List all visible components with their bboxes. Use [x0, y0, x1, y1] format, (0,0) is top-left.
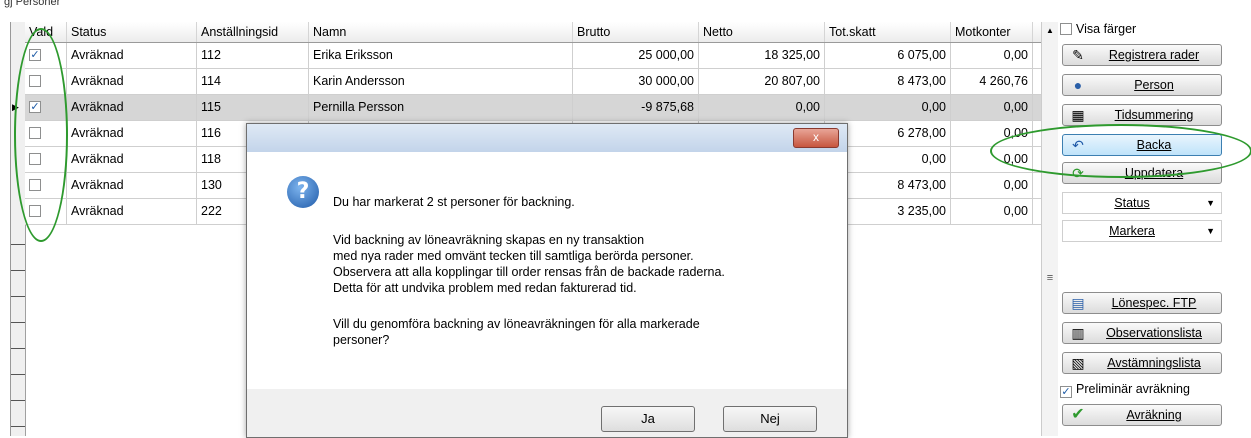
table-row[interactable]: ✓ Avräknad 112 Erika Eriksson 25 000,00 18 32… — [25, 43, 1049, 69]
table-row[interactable]: ✓ Avräknad 115 Pernilla Persson -9 875,68 0,0… — [25, 95, 1049, 121]
row-header-line — [11, 244, 25, 245]
cell-mot: 0,00 — [951, 95, 1033, 120]
cell-netto: 20 807,00 — [699, 69, 825, 94]
cell-name: Pernilla Persson — [309, 95, 573, 120]
cell-id: 115 — [197, 95, 309, 120]
cell-mot: 0,00 — [951, 199, 1033, 224]
cell-mot: 0,00 — [951, 173, 1033, 198]
dialog-message-line: Vid backning av löneavräkning skapas en … — [333, 233, 645, 247]
pencil-icon: ✎ — [1072, 47, 1084, 63]
cell-status: Avräknad — [67, 173, 197, 198]
registrera-rader-button[interactable]: ✎ Registrera rader — [1062, 44, 1222, 66]
status-dropdown[interactable]: Status ▼ — [1062, 192, 1222, 214]
checkbox-highlight-oval — [14, 28, 68, 242]
preliminar-label: Preliminär avräkning — [1076, 382, 1190, 396]
backa-highlight-oval — [990, 124, 1251, 178]
question-icon: ? — [287, 176, 319, 208]
checkmark-icon: ✔ — [1071, 406, 1085, 423]
avrakning-button[interactable]: ✔ Avräkning — [1062, 404, 1222, 426]
cell-status: Avräknad — [67, 199, 197, 224]
cell-mot: 0,00 — [951, 43, 1033, 68]
confirm-dialog: x ? Du har markerat 2 st personer för ba… — [246, 123, 848, 438]
cell-brutto: -9 875,68 — [573, 95, 699, 120]
row-header-line — [11, 270, 25, 271]
dialog-message-line: Vill du genomföra backning av löneavräkn… — [333, 317, 700, 331]
dialog-message-line: personer? — [333, 333, 390, 347]
dialog-message-line: med nya rader med omvänt tecken till sam… — [333, 249, 694, 263]
cell-mot: 4 260,76 — [951, 69, 1033, 94]
tidsummering-button[interactable]: ▦ Tidsummering — [1062, 104, 1222, 126]
cell-skatt: 8 473,00 — [825, 69, 951, 94]
cell-skatt: 6 075,00 — [825, 43, 951, 68]
dialog-message-line: Du har markerat 2 st personer för backni… — [333, 195, 575, 209]
cell-netto: 0,00 — [699, 95, 825, 120]
nej-button[interactable]: Nej — [723, 406, 817, 432]
column-header-totskatt[interactable]: Tot.skatt — [825, 22, 951, 42]
right-action-panel: Visa färger ✎ Registrera rader ● Person ▦ T… — [1056, 16, 1228, 436]
column-header-netto[interactable]: Netto — [699, 22, 825, 42]
cell-skatt: 0,00 — [825, 95, 951, 120]
payslip-icon: ▤ — [1071, 295, 1085, 311]
row-header-line — [11, 374, 25, 375]
visa-farger-checkbox[interactable]: Visa färger — [1060, 20, 1136, 38]
markera-dropdown[interactable]: Markera ▼ — [1062, 220, 1222, 242]
column-header-status[interactable]: Status — [67, 22, 197, 42]
cell-status: Avräknad — [67, 43, 197, 68]
cell-name: Erika Eriksson — [309, 43, 573, 68]
cell-status: Avräknad — [67, 95, 197, 120]
preliminar-avrakning-checkbox[interactable]: ✓ Preliminär avräkning — [1060, 380, 1190, 398]
section-title: gj Personer — [4, 0, 61, 8]
cell-id: 114 — [197, 69, 309, 94]
calculator-icon: ▦ — [1071, 107, 1085, 123]
person-icon: ● — [1073, 77, 1083, 93]
visa-farger-label: Visa färger — [1076, 22, 1137, 36]
column-header-brutto[interactable]: Brutto — [573, 22, 699, 42]
avstamningslista-button[interactable]: ▧ Avstämningslista — [1062, 352, 1222, 374]
cell-name: Karin Andersson — [309, 69, 573, 94]
cell-netto: 18 325,00 — [699, 43, 825, 68]
cell-brutto: 30 000,00 — [573, 69, 699, 94]
row-header-line — [11, 322, 25, 323]
visa-farger-box[interactable] — [1060, 23, 1072, 35]
reconcile-icon: ▧ — [1071, 355, 1085, 371]
row-header-line — [11, 426, 25, 427]
ja-button[interactable]: Ja — [601, 406, 695, 432]
observationslista-button[interactable]: ▥ Observationslista — [1062, 322, 1222, 344]
person-button[interactable]: ● Person — [1062, 74, 1222, 96]
column-header-anstallningsid[interactable]: Anställningsid — [197, 22, 309, 42]
cell-status: Avräknad — [67, 147, 197, 172]
dialog-message-line: Observera att alla kopplingar till order… — [333, 265, 725, 279]
dropdown-arrow-icon: ▼ — [1206, 226, 1215, 236]
cell-status: Avräknad — [67, 69, 197, 94]
cell-id: 112 — [197, 43, 309, 68]
row-header-line — [11, 348, 25, 349]
column-header-namn[interactable]: Namn — [309, 22, 573, 42]
table-row[interactable]: Avräknad 114 Karin Andersson 30 000,00 20 80… — [25, 69, 1049, 95]
grid-header: Vald Status Anställningsid Namn Brutto N… — [25, 22, 1049, 43]
preliminar-checked-icon[interactable]: ✓ — [1060, 386, 1072, 398]
dialog-close-button[interactable]: x — [793, 128, 839, 148]
dropdown-arrow-icon: ▼ — [1206, 198, 1215, 208]
lonespec-ftp-button[interactable]: ▤ Lönespec. FTP — [1062, 292, 1222, 314]
cell-status: Avräknad — [67, 121, 197, 146]
dialog-titlebar: x — [247, 124, 847, 152]
row-header-line — [11, 400, 25, 401]
column-header-motkonter[interactable]: Motkonter — [951, 22, 1033, 42]
list-icon: ▥ — [1071, 325, 1085, 341]
row-header-line — [11, 296, 25, 297]
cell-brutto: 25 000,00 — [573, 43, 699, 68]
dialog-message-line: Detta för att undvika problem med redan … — [333, 281, 637, 295]
